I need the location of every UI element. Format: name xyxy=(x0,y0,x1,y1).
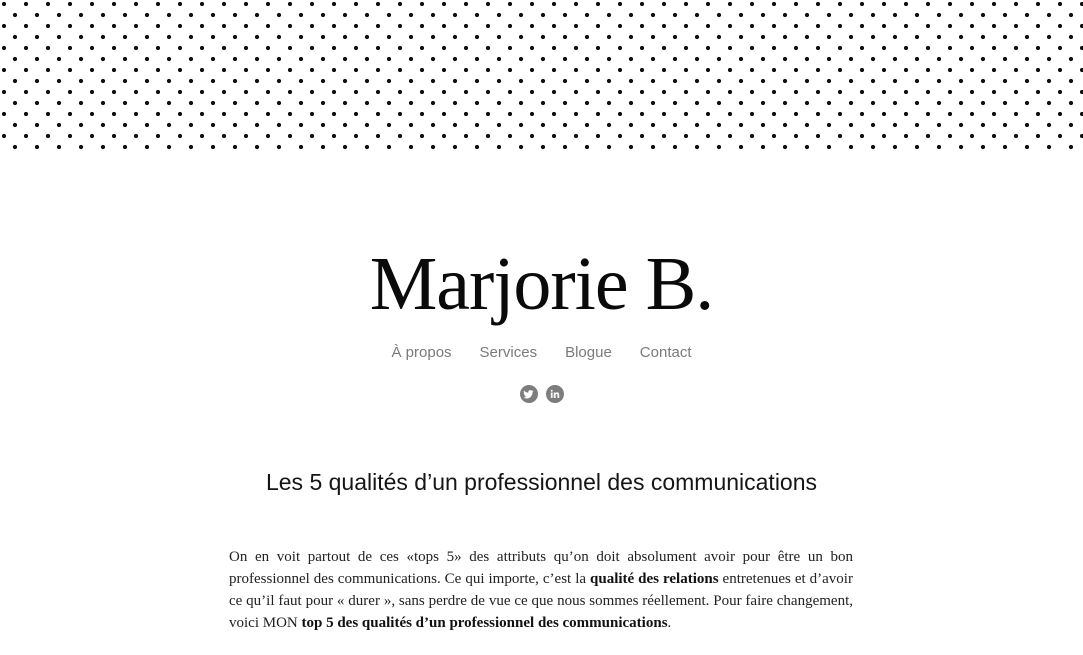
dotted-pattern-banner xyxy=(0,0,1083,152)
post-title: Les 5 qualités d’un professionnel des co… xyxy=(265,469,818,495)
linkedin-icon[interactable] xyxy=(545,385,564,403)
main-nav: À propos Services Blogue Contact xyxy=(0,342,1083,364)
linkedin-glyph xyxy=(550,389,559,398)
post-intro-bold-1: qualité des relations xyxy=(590,571,719,587)
twitter-glyph xyxy=(523,389,534,398)
nav-item-blogue[interactable]: Blogue xyxy=(565,342,612,364)
nav-item-services[interactable]: Services xyxy=(480,342,538,364)
post-intro: On en voit partout de ces «tops 5» des a… xyxy=(229,546,853,634)
post-intro-bold-2: top 5 des qualités d’un professionnel de… xyxy=(301,615,668,631)
nav-item-a-propos[interactable]: À propos xyxy=(392,342,452,364)
social-links xyxy=(0,385,1083,403)
nav-item-contact[interactable]: Contact xyxy=(640,342,692,364)
post-intro-text-3: . xyxy=(667,615,672,631)
site-title[interactable]: Marjorie B. xyxy=(0,236,1083,332)
twitter-icon[interactable] xyxy=(519,385,538,403)
